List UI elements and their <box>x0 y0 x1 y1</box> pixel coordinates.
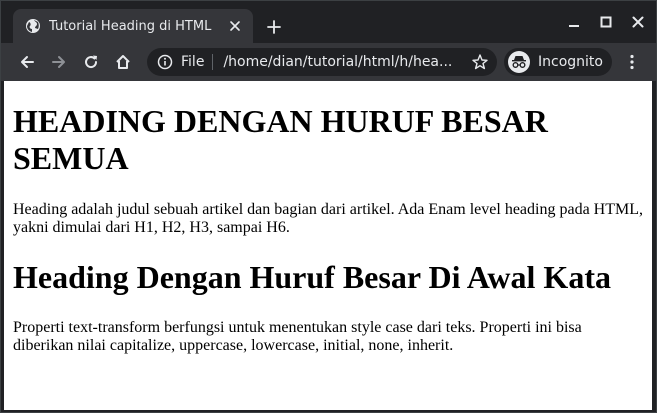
incognito-label: Incognito <box>538 54 603 70</box>
tab-title: Tutorial Heading di HTML <box>49 18 212 34</box>
forward-arrow-icon[interactable] <box>47 50 71 74</box>
paragraph-intro: Heading adalah judul sebuah artikel dan … <box>13 201 643 236</box>
tab-active[interactable]: Tutorial Heading di HTML <box>13 9 253 43</box>
url-scheme-label: File <box>181 54 205 70</box>
omnibox-divider <box>212 54 214 70</box>
maximize-icon[interactable] <box>591 11 621 33</box>
info-icon[interactable] <box>157 54 173 70</box>
url-text[interactable]: /home/dian/tutorial/html/h/hea... <box>223 54 465 70</box>
toolbar: File /home/dian/tutorial/html/h/hea... I <box>1 43 656 81</box>
paragraph-text-transform: Properti text-transform berfungsi untuk … <box>13 319 582 354</box>
globe-icon <box>25 18 41 34</box>
new-tab-icon[interactable] <box>263 16 285 38</box>
close-tab-icon[interactable] <box>227 18 243 34</box>
close-window-icon[interactable] <box>623 11 653 33</box>
minimize-icon[interactable] <box>559 11 589 33</box>
tab-strip: Tutorial Heading di HTML <box>1 1 656 43</box>
heading-capitalize: Heading Dengan Huruf Besar Di Awal Kata <box>13 259 611 295</box>
home-icon[interactable] <box>111 50 135 74</box>
browser-window: Tutorial Heading di HTML File /home/dian… <box>0 0 657 413</box>
back-arrow-icon[interactable] <box>15 50 39 74</box>
reload-icon[interactable] <box>79 50 103 74</box>
incognito-profile-button[interactable]: Incognito <box>504 48 612 76</box>
address-bar[interactable]: File /home/dian/tutorial/html/h/hea... <box>147 48 497 76</box>
page-content: HEADING DENGAN HURUF BESAR SEMUA Heading… <box>4 103 652 355</box>
kebab-menu-icon[interactable] <box>621 50 643 74</box>
bookmark-star-icon[interactable] <box>471 53 489 71</box>
heading-uppercase: HEADING DENGAN HURUF BESAR SEMUA <box>13 103 548 176</box>
incognito-icon <box>508 51 530 73</box>
page-viewport: HEADING DENGAN HURUF BESAR SEMUA Heading… <box>4 81 652 410</box>
